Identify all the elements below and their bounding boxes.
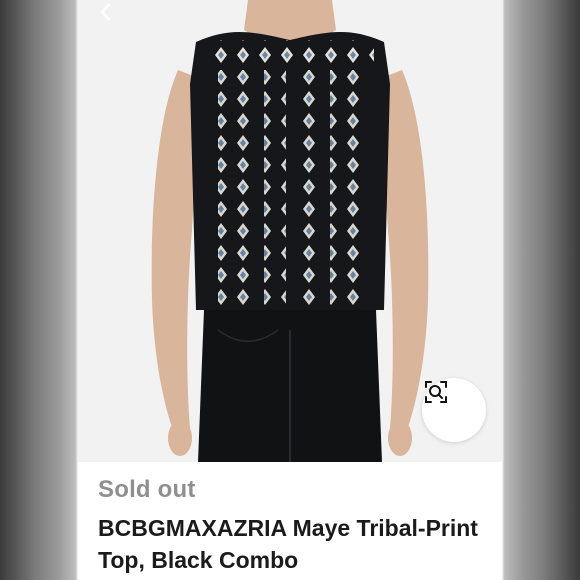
- listing-card: Sold out BCBGMAXAZRIA Maye Tribal-Print …: [78, 0, 502, 580]
- product-photo[interactable]: [78, 0, 502, 462]
- product-title: BCBGMAXAZRIA Maye Tribal-Print Top, Blac…: [98, 515, 478, 573]
- chevron-left-icon: [100, 3, 111, 21]
- back-button[interactable]: [96, 2, 132, 38]
- zoom-search-icon: [425, 381, 447, 403]
- sold-out-label: Sold out: [98, 476, 196, 503]
- zoom-button[interactable]: [422, 378, 486, 442]
